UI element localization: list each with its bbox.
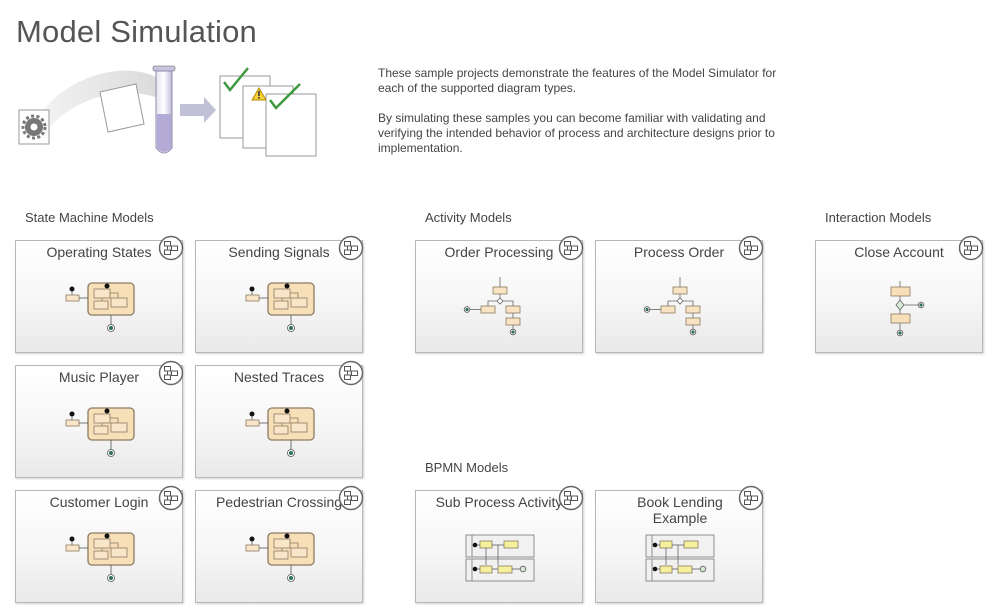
page-title: Model Simulation xyxy=(16,14,257,49)
model-card-nested-traces[interactable]: Nested Traces xyxy=(195,365,363,478)
intro-paragraph-1: These sample projects demonstrate the fe… xyxy=(378,66,777,95)
interaction-thumbnail xyxy=(860,277,940,341)
model-card-operating-states[interactable]: Operating States xyxy=(15,240,183,353)
model-card-sending-signals[interactable]: Sending Signals xyxy=(195,240,363,353)
card-title: Close Account xyxy=(854,244,944,260)
open-model-icon[interactable] xyxy=(558,485,584,511)
arrow-right-icon xyxy=(180,97,216,123)
bpmn-thumbnail xyxy=(640,527,720,591)
state-machine-thumbnail xyxy=(240,402,320,466)
section-title-bpmn: BPMN Models xyxy=(425,460,509,475)
model-card-pedestrian-crossing[interactable]: Pedestrian Crossing xyxy=(195,490,363,603)
open-model-icon[interactable] xyxy=(958,235,984,261)
model-card-music-player[interactable]: Music Player xyxy=(15,365,183,478)
card-title: Operating States xyxy=(46,244,152,260)
open-model-icon[interactable] xyxy=(158,485,184,511)
state-machine-thumbnail xyxy=(60,277,140,341)
open-model-icon[interactable] xyxy=(158,235,184,261)
open-model-icon[interactable] xyxy=(338,360,364,386)
bpmn-thumbnail xyxy=(460,527,540,591)
section-title-activity: Activity Models xyxy=(425,210,512,225)
intro-paragraph-2: By simulating these samples you can beco… xyxy=(378,111,775,155)
state-machine-thumbnail xyxy=(240,277,320,341)
open-model-icon[interactable] xyxy=(738,235,764,261)
model-card-sub-process-activity[interactable]: Sub Process Activity xyxy=(415,490,583,603)
card-title: Pedestrian Crossing xyxy=(215,494,343,510)
card-title: Customer Login xyxy=(49,494,149,510)
state-machine-thumbnail xyxy=(60,402,140,466)
report-sheets xyxy=(219,67,317,157)
card-title: Process Order xyxy=(633,244,725,260)
paper-sheet-icon xyxy=(99,83,145,133)
activity-thumbnail xyxy=(640,277,720,341)
card-title: Sub Process Activity xyxy=(435,494,563,510)
intro-text: These sample projects demonstrate the fe… xyxy=(378,66,798,171)
model-card-process-order[interactable]: Process Order xyxy=(595,240,763,353)
activity-thumbnail xyxy=(460,277,540,341)
section-title-state-machine: State Machine Models xyxy=(25,210,154,225)
model-card-book-lending-example[interactable]: Book Lending Example xyxy=(595,490,763,603)
model-card-close-account[interactable]: Close Account xyxy=(815,240,983,353)
state-machine-thumbnail xyxy=(60,527,140,591)
test-tube-icon xyxy=(152,65,176,154)
card-title: Sending Signals xyxy=(228,244,330,260)
section-title-interaction: Interaction Models xyxy=(825,210,932,225)
card-title: Music Player xyxy=(58,369,140,385)
gear-icon xyxy=(18,109,50,145)
open-model-icon[interactable] xyxy=(338,485,364,511)
model-card-customer-login[interactable]: Customer Login xyxy=(15,490,183,603)
model-card-order-processing[interactable]: Order Processing xyxy=(415,240,583,353)
state-machine-thumbnail xyxy=(240,527,320,591)
open-model-icon[interactable] xyxy=(558,235,584,261)
open-model-icon[interactable] xyxy=(158,360,184,386)
open-model-icon[interactable] xyxy=(738,485,764,511)
card-title: Book Lending Example xyxy=(637,494,723,526)
card-title: Nested Traces xyxy=(233,369,325,385)
hero-illustration xyxy=(18,65,317,157)
card-title: Order Processing xyxy=(444,244,554,260)
open-model-icon[interactable] xyxy=(338,235,364,261)
